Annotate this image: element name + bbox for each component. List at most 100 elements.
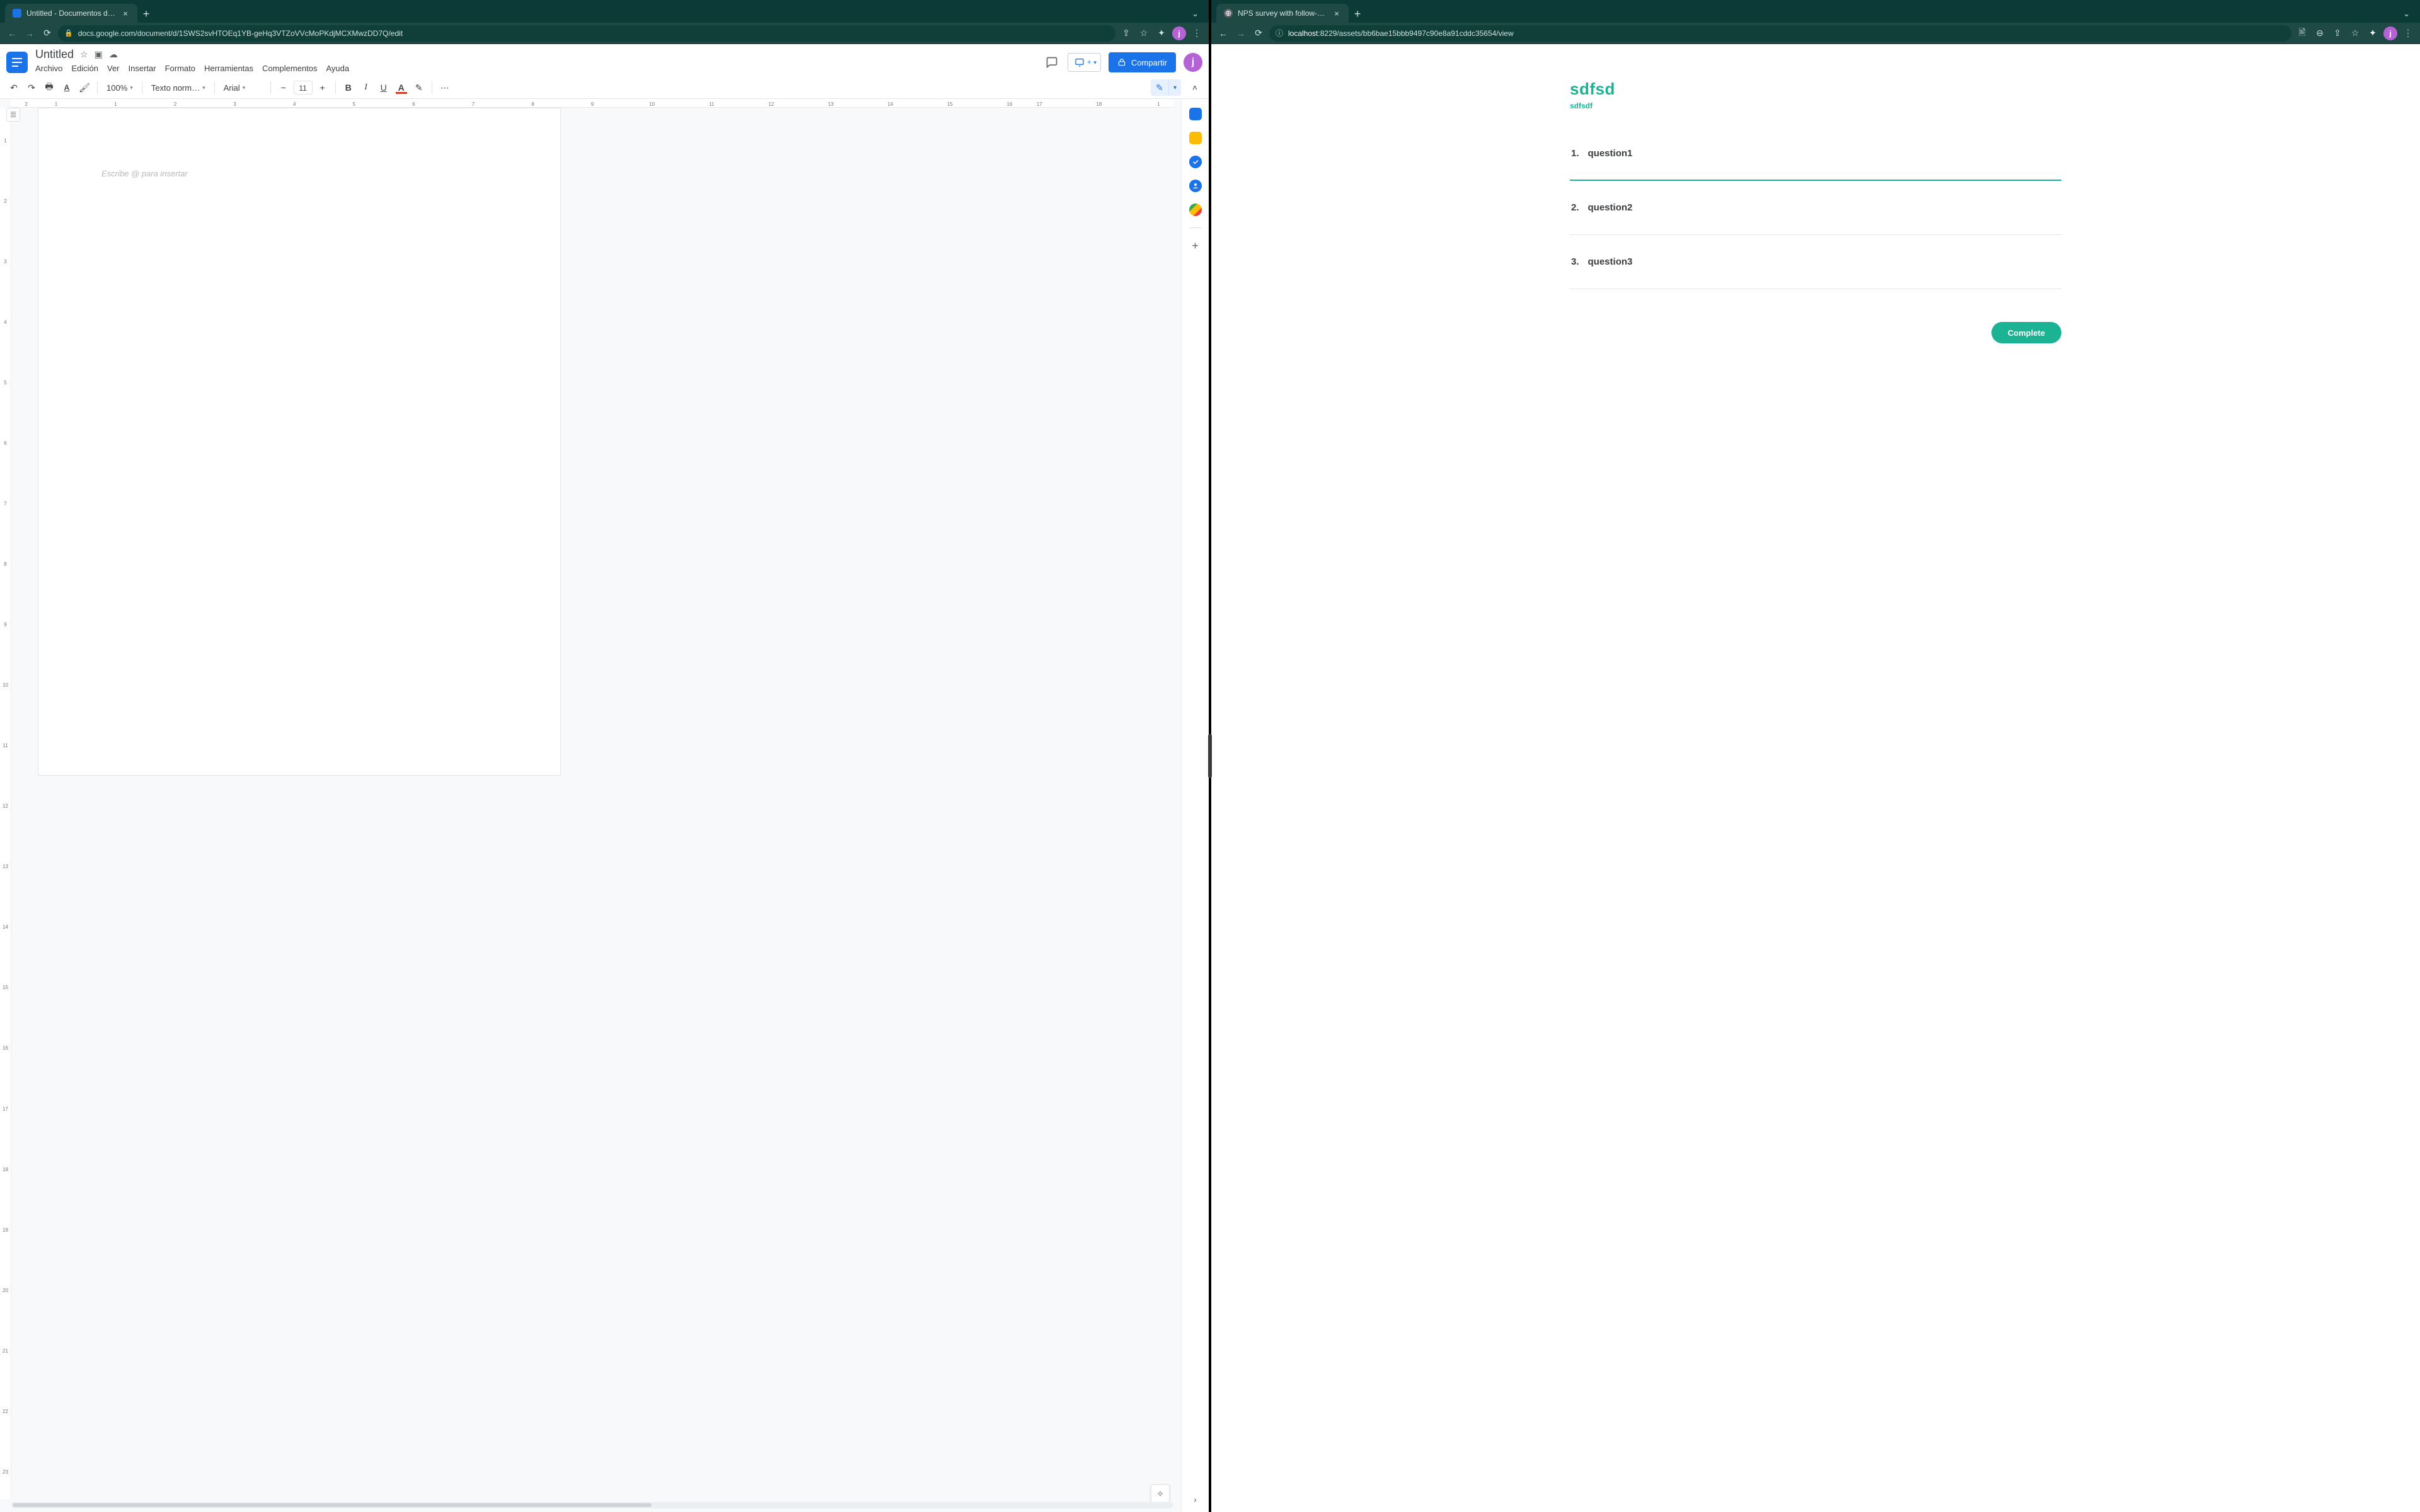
present-dropdown[interactable]: + ▾ xyxy=(1068,53,1101,72)
print-icon[interactable]: 🖶 xyxy=(42,80,57,95)
complete-button[interactable]: Complete xyxy=(1991,322,2061,343)
collapse-toolbar-icon[interactable]: ˄ xyxy=(1187,80,1202,95)
survey-question[interactable]: 3. question3 xyxy=(1570,235,2061,289)
editor-placeholder: Escribe @ para insertar xyxy=(101,169,188,178)
menu-complementos[interactable]: Complementos xyxy=(262,64,317,73)
new-tab-button[interactable]: + xyxy=(137,5,155,23)
browser-tab[interactable]: Untitled - Documentos de Goo × xyxy=(5,4,137,23)
maps-icon[interactable] xyxy=(1189,203,1202,216)
docs-menubar: Archivo Edición Ver Insertar Formato Her… xyxy=(35,62,1036,77)
menu-edicion[interactable]: Edición xyxy=(71,64,98,73)
extensions-icon[interactable]: ✦ xyxy=(2366,26,2380,40)
font-increase-icon[interactable]: + xyxy=(315,80,330,95)
tabs-dropdown-icon[interactable]: ⌄ xyxy=(2398,9,2415,23)
bold-icon[interactable]: B xyxy=(341,80,356,95)
horizontal-scrollbar[interactable] xyxy=(11,1502,1173,1508)
menu-herramientas[interactable]: Herramientas xyxy=(204,64,253,73)
question-number: 1. xyxy=(1571,148,1579,159)
left-pane: Untitled - Documentos de Goo × + ⌄ ← → ⟳… xyxy=(0,0,1210,1512)
chevron-down-icon: ▾ xyxy=(202,84,205,91)
text-color-icon[interactable]: A xyxy=(394,80,409,95)
undo-icon[interactable]: ↶ xyxy=(6,80,21,95)
forward-icon[interactable]: → xyxy=(1234,26,1248,40)
bookmark-star-icon[interactable]: ☆ xyxy=(1137,26,1151,40)
contacts-icon[interactable] xyxy=(1189,180,1202,192)
send-icon[interactable]: ⇪ xyxy=(1119,26,1133,40)
horizontal-ruler[interactable]: 211234567891011121314151617181 xyxy=(11,99,1173,108)
translate-icon[interactable]: 🖹 xyxy=(2295,26,2309,40)
move-doc-icon[interactable]: ▣ xyxy=(95,49,103,60)
docs-header: Untitled ☆ ▣ ☁ Archivo Edición Ver Inser… xyxy=(0,44,1209,77)
tab-title: Untitled - Documentos de Goo xyxy=(26,9,116,18)
font-size-input[interactable]: 11 xyxy=(294,81,313,94)
survey-question[interactable]: 1.question1 xyxy=(1570,127,2061,181)
underline-icon[interactable]: U xyxy=(376,80,391,95)
menu-formato[interactable]: Formato xyxy=(165,64,195,73)
document-scroll[interactable]: Escribe @ para insertar xyxy=(0,99,1181,1512)
bookmark-star-icon[interactable]: ☆ xyxy=(2348,26,2362,40)
new-tab-button[interactable]: + xyxy=(1349,5,1366,23)
outline-toggle-icon[interactable]: ≣ xyxy=(6,108,20,122)
reload-icon[interactable]: ⟳ xyxy=(40,26,54,40)
spellcheck-icon[interactable]: A xyxy=(59,80,74,95)
back-icon[interactable]: ← xyxy=(1216,26,1230,40)
zoom-icon[interactable]: ⊖ xyxy=(2313,26,2327,40)
vertical-ruler[interactable]: 1234567891011121314151617181920212223 xyxy=(0,108,11,1499)
tabs-dropdown-icon[interactable]: ⌄ xyxy=(1187,9,1204,23)
paint-format-icon[interactable]: 🖌 xyxy=(77,80,92,95)
menu-ver[interactable]: Ver xyxy=(107,64,120,73)
collapse-side-panel-icon[interactable]: › xyxy=(1194,1494,1197,1504)
extensions-icon[interactable]: ✦ xyxy=(1155,26,1168,40)
redo-icon[interactable]: ↷ xyxy=(24,80,39,95)
question-number: 3. xyxy=(1571,256,1579,267)
explore-button-icon[interactable]: ✧ xyxy=(1151,1484,1170,1503)
doc-title-input[interactable]: Untitled xyxy=(35,48,74,61)
font-select[interactable]: Arial▾ xyxy=(220,80,265,95)
chrome-menu-icon[interactable]: ⋮ xyxy=(1190,26,1204,40)
browser-tab[interactable]: NPS survey with follow-up que × xyxy=(1216,4,1349,23)
menu-archivo[interactable]: Archivo xyxy=(35,64,62,73)
send-icon[interactable]: ⇪ xyxy=(2331,26,2344,40)
address-bar[interactable]: 🔒 docs.google.com/document/d/1SWS2svHTOE… xyxy=(58,25,1115,42)
reload-icon[interactable]: ⟳ xyxy=(1252,26,1265,40)
add-addon-icon[interactable]: + xyxy=(1189,239,1202,252)
share-button[interactable]: Compartir xyxy=(1109,52,1176,72)
more-tools-icon[interactable]: ⋯ xyxy=(437,80,452,95)
docs-avatar[interactable]: j xyxy=(1184,53,1202,72)
calendar-icon[interactable] xyxy=(1189,108,1202,120)
browser-toolbar: ← → ⟳ ⓘ localhost:8229/assets/bb6bae15bb… xyxy=(1211,23,2420,44)
survey-question[interactable]: 2.question2 xyxy=(1570,181,2061,235)
menu-ayuda[interactable]: Ayuda xyxy=(326,64,349,73)
address-bar[interactable]: ⓘ localhost:8229/assets/bb6bae15bbb9497c… xyxy=(1269,25,2291,42)
browser-toolbar: ← → ⟳ 🔒 docs.google.com/document/d/1SWS2… xyxy=(0,23,1209,44)
close-tab-icon[interactable]: × xyxy=(1332,9,1341,18)
menu-insertar[interactable]: Insertar xyxy=(129,64,156,73)
style-select[interactable]: Texto norm…▾ xyxy=(147,80,209,95)
keep-icon[interactable] xyxy=(1189,132,1202,144)
survey-title: sdfsd xyxy=(1570,79,2061,99)
split-handle[interactable] xyxy=(1208,734,1212,778)
italic-icon[interactable]: I xyxy=(359,80,374,95)
question-text: question2 xyxy=(1588,202,1633,213)
close-tab-icon[interactable]: × xyxy=(121,9,130,18)
right-pane: NPS survey with follow-up que × + ⌄ ← → … xyxy=(1210,0,2420,1512)
info-icon: ⓘ xyxy=(1276,28,1283,38)
cloud-status-icon[interactable]: ☁ xyxy=(109,49,118,60)
chrome-menu-icon[interactable]: ⋮ xyxy=(2401,26,2415,40)
back-icon[interactable]: ← xyxy=(5,26,19,40)
star-doc-icon[interactable]: ☆ xyxy=(80,49,88,60)
zoom-select[interactable]: 100%▾ xyxy=(103,80,137,95)
lock-icon: 🔒 xyxy=(64,29,73,37)
question-text: question3 xyxy=(1588,256,1633,267)
highlight-icon[interactable]: ✎ xyxy=(412,80,427,95)
comments-icon[interactable] xyxy=(1044,54,1060,71)
forward-icon[interactable]: → xyxy=(23,26,37,40)
document-page[interactable]: Escribe @ para insertar xyxy=(38,108,561,776)
docs-favicon xyxy=(13,9,21,18)
docs-logo-icon[interactable] xyxy=(6,52,28,73)
font-decrease-icon[interactable]: − xyxy=(276,80,291,95)
editing-mode-pill[interactable]: ✎ ▾ xyxy=(1151,79,1181,96)
profile-avatar[interactable]: j xyxy=(1172,26,1186,40)
tasks-icon[interactable] xyxy=(1189,156,1202,168)
profile-avatar[interactable]: j xyxy=(2383,26,2397,40)
